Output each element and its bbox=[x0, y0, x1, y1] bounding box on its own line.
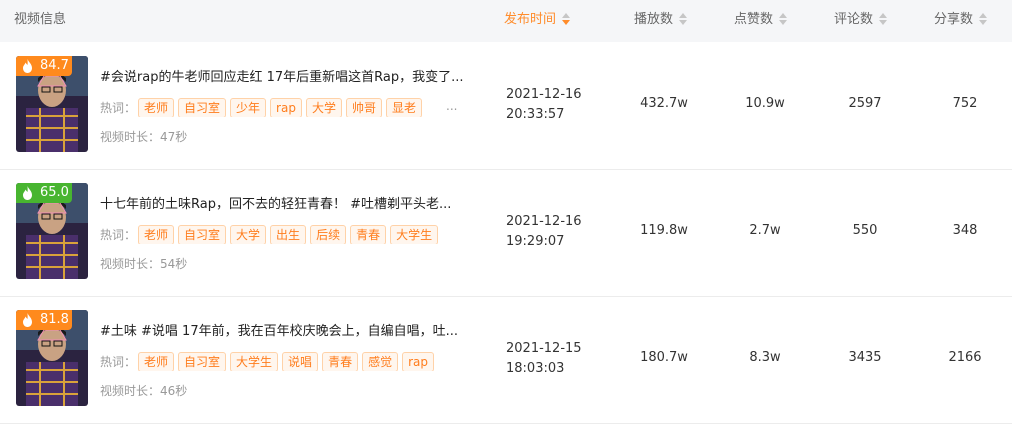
table-row[interactable]: 81.8 #土味 #说唱 17年前，我在百年校庆晚会上，自编自唱，吐... 热词… bbox=[0, 297, 1012, 424]
publish-time: 18:03:03 bbox=[506, 361, 565, 376]
publish-datetime: 2021-12-16 19:29:07 bbox=[506, 212, 616, 252]
hot-word-tag[interactable]: 老师 bbox=[138, 352, 175, 371]
header-publish-time[interactable]: 发布时间 bbox=[504, 0, 571, 42]
hot-word-tag[interactable]: 大学生 bbox=[230, 352, 279, 371]
hot-score-badge: 81.8 bbox=[16, 310, 72, 330]
hot-word-tags: 老师 自习室 少年 rap 大学 帅哥 显老 bbox=[138, 97, 460, 117]
header-shares-label: 分享数 bbox=[934, 12, 974, 27]
video-duration: 视频时长：54秒 bbox=[100, 257, 188, 271]
comment-count: 2597 bbox=[848, 96, 882, 111]
hot-words-label: 热词： bbox=[100, 228, 137, 242]
header-publish-time-label: 发布时间 bbox=[504, 12, 557, 27]
hot-word-tag[interactable]: 老师 bbox=[138, 98, 175, 117]
flame-icon bbox=[23, 59, 32, 73]
play-count: 119.8w bbox=[640, 223, 688, 238]
hot-score-value: 65.0 bbox=[40, 185, 69, 200]
hot-score-value: 81.8 bbox=[40, 312, 69, 327]
header-plays-label: 播放数 bbox=[634, 12, 674, 27]
publish-datetime: 2021-12-16 20:33:57 bbox=[506, 85, 616, 125]
video-title[interactable]: #会说rap的牛老师回应走红 17年后重新唱这首Rap，我变了... bbox=[100, 66, 485, 85]
hot-word-tag[interactable]: 大学 bbox=[230, 225, 267, 244]
publish-time: 19:29:07 bbox=[506, 234, 565, 249]
video-table: 视频信息 发布时间 播放数 点赞数 评论数 分享数 84.7 #会说rap的牛老… bbox=[0, 0, 1012, 424]
hot-word-tag[interactable]: 自习室 bbox=[178, 225, 227, 244]
hot-score-badge: 65.0 bbox=[16, 183, 72, 203]
hot-word-tag[interactable]: 帅哥 bbox=[345, 98, 382, 117]
play-count: 180.7w bbox=[640, 350, 688, 365]
hot-word-tag[interactable]: 自习室 bbox=[178, 352, 227, 371]
hot-word-tag[interactable]: 青春 bbox=[322, 352, 359, 371]
share-count: 2166 bbox=[948, 350, 982, 365]
hot-word-tag[interactable]: 大学生 bbox=[390, 225, 439, 244]
publish-datetime: 2021-12-15 18:03:03 bbox=[506, 339, 616, 379]
hot-word-tag[interactable]: rap bbox=[402, 352, 434, 371]
sort-icon[interactable] bbox=[879, 12, 888, 25]
hot-word-tag[interactable]: 出生 bbox=[270, 225, 307, 244]
sort-icon[interactable] bbox=[562, 12, 571, 25]
hot-score-badge: 84.7 bbox=[16, 56, 72, 76]
table-header: 视频信息 发布时间 播放数 点赞数 评论数 分享数 bbox=[0, 0, 1012, 42]
hot-score-value: 84.7 bbox=[40, 58, 69, 73]
comment-count: 3435 bbox=[848, 350, 882, 365]
hot-word-tags: 老师 自习室 大学 出生 后续 青春 大学生 bbox=[138, 224, 460, 244]
hot-word-tag[interactable]: 大学 bbox=[305, 98, 342, 117]
sort-icon[interactable] bbox=[679, 12, 688, 25]
comment-count: 550 bbox=[852, 223, 878, 238]
hot-word-tag[interactable]: 感觉 bbox=[362, 352, 399, 371]
video-duration: 视频时长：47秒 bbox=[100, 130, 188, 144]
video-duration: 视频时长：46秒 bbox=[100, 384, 188, 398]
header-plays[interactable]: 播放数 bbox=[634, 0, 688, 42]
publish-date: 2021-12-16 bbox=[506, 87, 582, 102]
publish-date: 2021-12-15 bbox=[506, 341, 582, 356]
tags-more: ... bbox=[446, 99, 458, 113]
hot-word-tag[interactable]: 显老 bbox=[385, 98, 422, 117]
hot-word-tag[interactable]: 后续 bbox=[310, 225, 347, 244]
header-comments-label: 评论数 bbox=[834, 12, 874, 27]
hot-word-tag[interactable]: 少年 bbox=[230, 98, 267, 117]
table-row[interactable]: 65.0 十七年前的土味Rap，回不去的轻狂青春！ #吐槽剃平头老... 热词：… bbox=[0, 170, 1012, 297]
header-video-info: 视频信息 bbox=[14, 12, 67, 27]
like-count: 10.9w bbox=[745, 96, 785, 111]
play-count: 432.7w bbox=[640, 96, 688, 111]
sort-icon[interactable] bbox=[779, 12, 788, 25]
hot-word-tag[interactable]: 老师 bbox=[138, 225, 175, 244]
sort-icon[interactable] bbox=[979, 12, 988, 25]
video-title[interactable]: #土味 #说唱 17年前，我在百年校庆晚会上，自编自唱，吐... bbox=[100, 320, 485, 339]
share-count: 348 bbox=[952, 223, 978, 238]
header-likes[interactable]: 点赞数 bbox=[734, 0, 788, 42]
hot-words-label: 热词： bbox=[100, 101, 137, 115]
hot-word-tag[interactable]: 说唱 bbox=[282, 352, 319, 371]
header-likes-label: 点赞数 bbox=[734, 12, 774, 27]
header-shares[interactable]: 分享数 bbox=[934, 0, 988, 42]
like-count: 8.3w bbox=[749, 350, 781, 365]
publish-date: 2021-12-16 bbox=[506, 214, 582, 229]
hot-words-label: 热词： bbox=[100, 355, 137, 369]
like-count: 2.7w bbox=[749, 223, 781, 238]
video-title[interactable]: 十七年前的土味Rap，回不去的轻狂青春！ #吐槽剃平头老... bbox=[100, 193, 485, 212]
publish-time: 20:33:57 bbox=[506, 107, 565, 122]
hot-word-tag[interactable]: rap bbox=[270, 98, 302, 117]
hot-word-tag[interactable]: 青春 bbox=[350, 225, 387, 244]
hot-word-tags: 老师 自习室 大学生 说唱 青春 感觉 rap bbox=[138, 351, 460, 371]
table-row[interactable]: 84.7 #会说rap的牛老师回应走红 17年后重新唱这首Rap，我变了... … bbox=[0, 43, 1012, 170]
flame-icon bbox=[23, 186, 32, 200]
header-comments[interactable]: 评论数 bbox=[834, 0, 888, 42]
flame-icon bbox=[23, 313, 32, 327]
share-count: 752 bbox=[952, 96, 978, 111]
hot-word-tag[interactable]: 自习室 bbox=[178, 98, 227, 117]
